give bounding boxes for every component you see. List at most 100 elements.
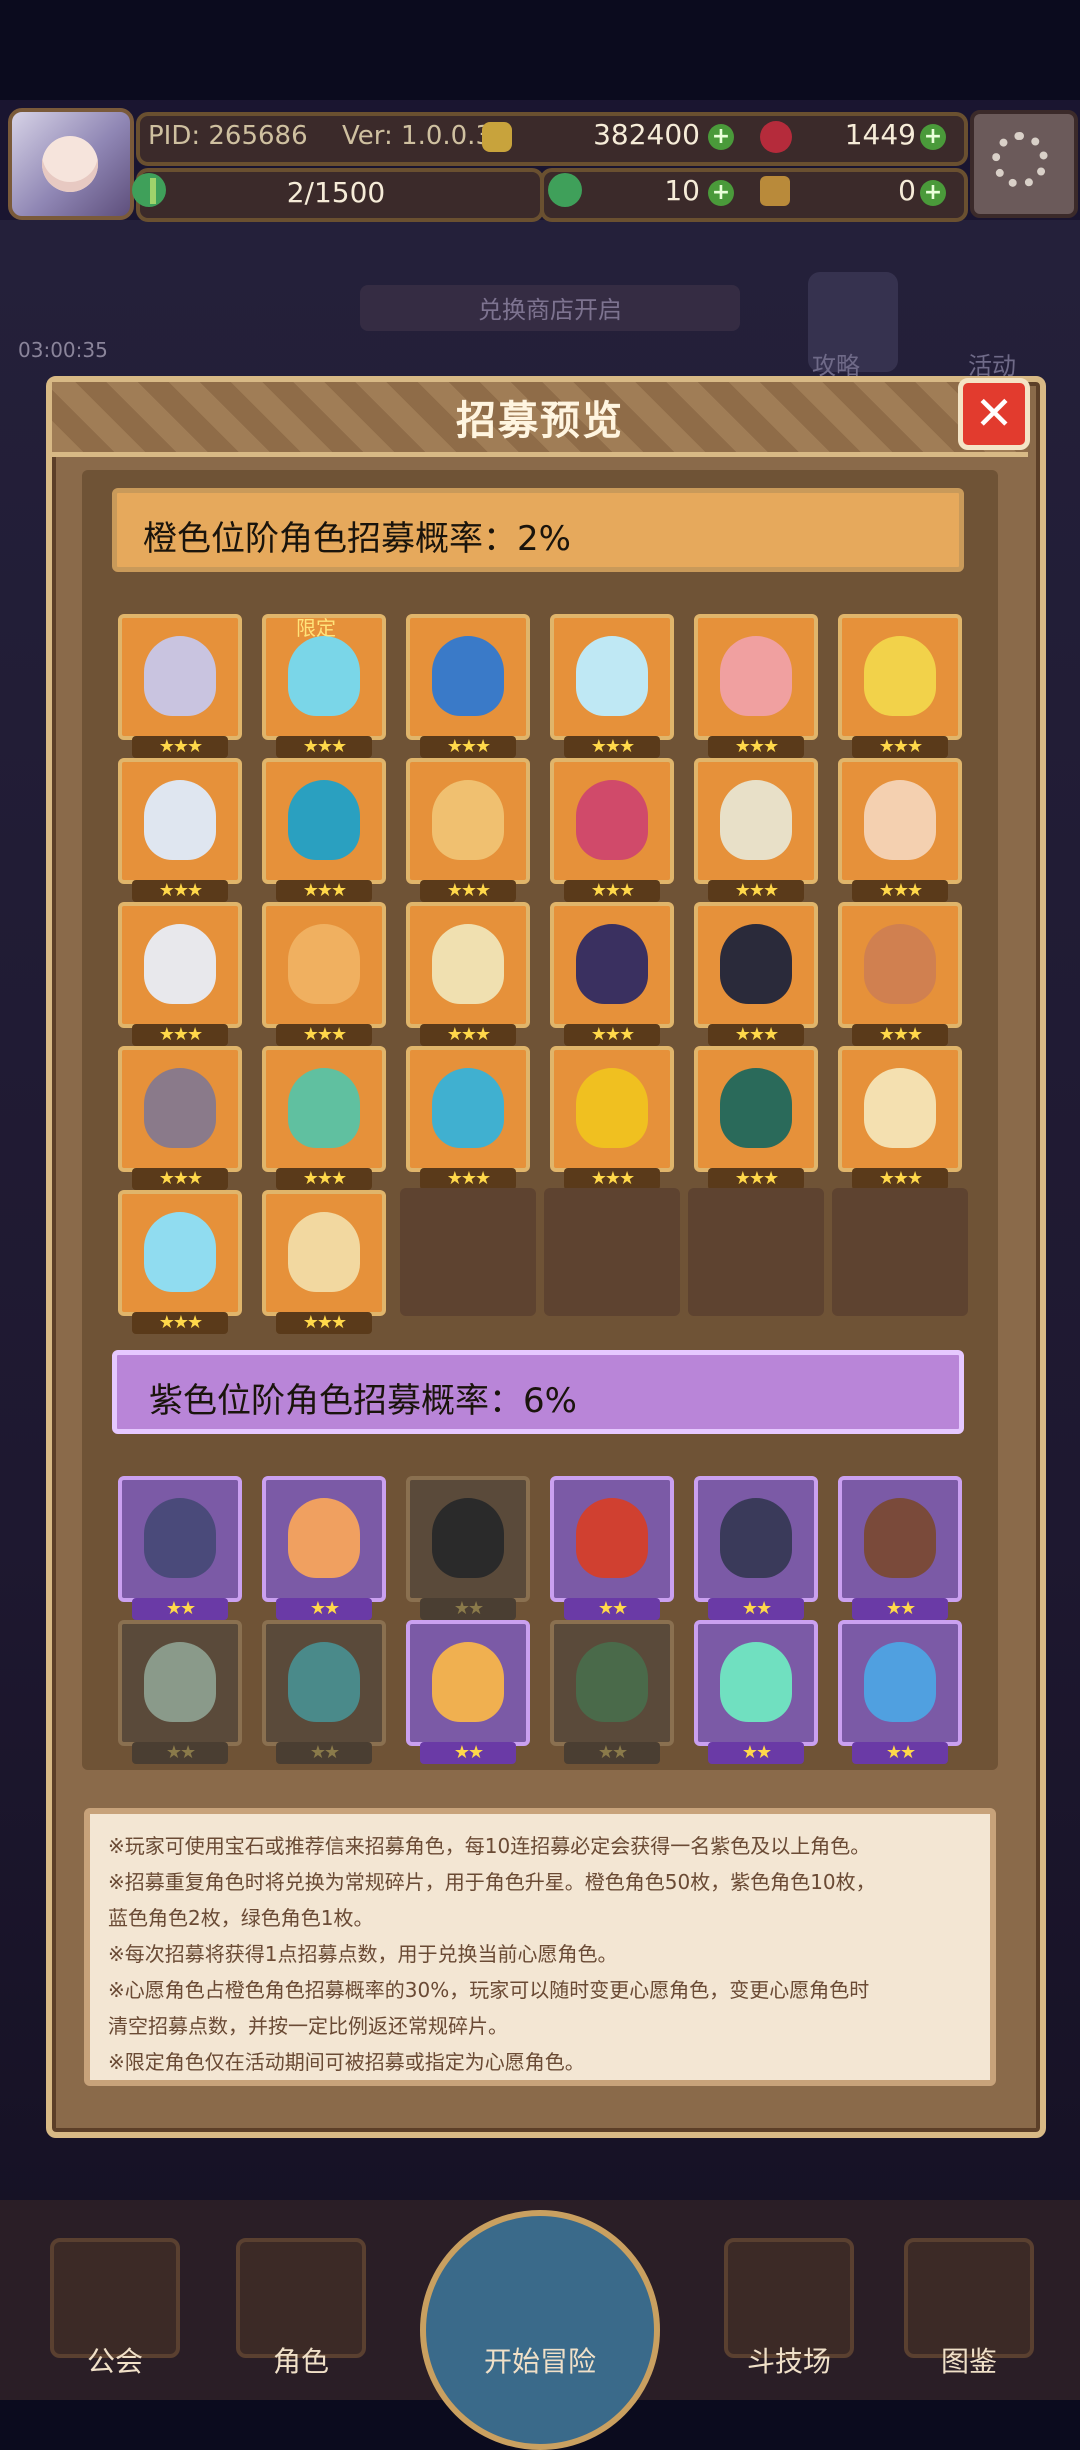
character-portrait: [720, 924, 792, 1004]
empty-slot: [688, 1188, 824, 1316]
purple-rank-header: 紫色位阶角色招募概率：6%: [112, 1350, 964, 1434]
character-card[interactable]: [262, 1620, 386, 1746]
player-avatar[interactable]: [8, 108, 134, 220]
character-card[interactable]: [694, 1620, 818, 1746]
character-card[interactable]: [550, 1476, 674, 1602]
character-card[interactable]: [406, 614, 530, 740]
character-card[interactable]: [406, 758, 530, 884]
gold-coin-icon: [482, 122, 512, 152]
rule-line: 蓝色角色2枚，绿色角色1枚。: [108, 1906, 374, 1930]
gem-amount: 1449: [844, 118, 916, 151]
star-rating: ★★★: [708, 736, 804, 758]
character-card[interactable]: [262, 1190, 386, 1316]
character-portrait: [432, 1498, 504, 1578]
nav-adventure[interactable]: 开始冒险: [420, 2340, 660, 2380]
character-card[interactable]: [838, 758, 962, 884]
character-portrait: [864, 636, 936, 716]
character-portrait: [432, 1068, 504, 1148]
character-portrait: [576, 1498, 648, 1578]
character-portrait: [144, 636, 216, 716]
add-bag-button[interactable]: +: [920, 180, 946, 206]
clover-icon: [132, 173, 166, 207]
star-rating: ★★: [852, 1598, 948, 1620]
character-card[interactable]: [118, 1476, 242, 1602]
add-letter-button[interactable]: +: [708, 180, 734, 206]
bag-amount: 0: [898, 174, 916, 207]
experience-fill: [150, 178, 156, 204]
character-portrait: [864, 1498, 936, 1578]
character-card[interactable]: [838, 1620, 962, 1746]
empty-slot: [832, 1188, 968, 1316]
character-portrait: [720, 1068, 792, 1148]
character-portrait: [144, 780, 216, 860]
character-card[interactable]: [118, 758, 242, 884]
character-card[interactable]: [406, 1046, 530, 1172]
character-card[interactable]: [550, 614, 674, 740]
star-rating: ★★: [564, 1598, 660, 1620]
gear-icon: [992, 132, 1048, 188]
character-card[interactable]: [550, 758, 674, 884]
character-card[interactable]: [262, 758, 386, 884]
character-portrait: [432, 1642, 504, 1722]
character-card[interactable]: [550, 1046, 674, 1172]
character-card[interactable]: [262, 902, 386, 1028]
character-card[interactable]: [118, 1046, 242, 1172]
character-card[interactable]: [550, 1620, 674, 1746]
character-card[interactable]: [694, 1476, 818, 1602]
bag-icon: [760, 176, 790, 206]
star-rating: ★★: [708, 1742, 804, 1764]
star-rating: ★★: [276, 1598, 372, 1620]
close-icon: ✕: [974, 386, 1014, 440]
character-portrait: [576, 780, 648, 860]
player-id: PID: 265686: [148, 121, 308, 151]
character-portrait: [144, 1068, 216, 1148]
add-gold-button[interactable]: +: [708, 124, 734, 150]
character-card[interactable]: [118, 1620, 242, 1746]
nav-codex[interactable]: 图鉴: [894, 2340, 1044, 2380]
star-rating: ★★★: [132, 736, 228, 758]
character-card[interactable]: [838, 1476, 962, 1602]
character-card[interactable]: [694, 614, 818, 740]
character-card[interactable]: [118, 1190, 242, 1316]
star-rating: ★★: [420, 1742, 516, 1764]
character-portrait: [288, 1498, 360, 1578]
close-button[interactable]: ✕: [958, 378, 1030, 450]
character-portrait: [864, 1068, 936, 1148]
star-rating: ★★★: [420, 1168, 516, 1190]
add-gems-button[interactable]: +: [920, 124, 946, 150]
character-card[interactable]: [838, 902, 962, 1028]
magnifier-icon[interactable]: [420, 2210, 660, 2450]
character-card[interactable]: [406, 1476, 530, 1602]
star-rating: ★★★: [132, 1024, 228, 1046]
star-rating: ★★★: [276, 736, 372, 758]
character-portrait: [864, 924, 936, 1004]
experience-value: 2/1500: [286, 176, 386, 209]
character-portrait: [144, 1212, 216, 1292]
character-portrait: [720, 1498, 792, 1578]
character-card[interactable]: [838, 1046, 962, 1172]
character-portrait: [720, 780, 792, 860]
character-card[interactable]: [406, 1620, 530, 1746]
character-card[interactable]: [262, 1046, 386, 1172]
character-card[interactable]: [694, 758, 818, 884]
star-rating: ★★★: [276, 880, 372, 902]
nav-arena[interactable]: 斗技场: [714, 2340, 864, 2380]
character-card[interactable]: [550, 902, 674, 1028]
nav-character[interactable]: 角色: [226, 2340, 376, 2380]
character-portrait: [576, 636, 648, 716]
character-portrait: [432, 924, 504, 1004]
nav-guild[interactable]: 公会: [40, 2340, 190, 2380]
character-card[interactable]: [406, 902, 530, 1028]
character-card[interactable]: [838, 614, 962, 740]
character-card[interactable]: [694, 902, 818, 1028]
orange-rank-header: 橙色位阶角色招募概率：2%: [112, 488, 964, 572]
character-card[interactable]: [118, 902, 242, 1028]
character-card[interactable]: [118, 614, 242, 740]
orange-rank-rate: 橙色位阶角色招募概率：2%: [143, 519, 571, 559]
star-rating: ★★: [276, 1742, 372, 1764]
character-card[interactable]: [694, 1046, 818, 1172]
star-rating: ★★★: [852, 880, 948, 902]
character-card[interactable]: [262, 1476, 386, 1602]
star-rating: ★★★: [852, 1024, 948, 1046]
rule-line: ※心愿角色占橙色角色招募概率的30%，玩家可以随时变更心愿角色，变更心愿角色时: [108, 1978, 870, 2002]
